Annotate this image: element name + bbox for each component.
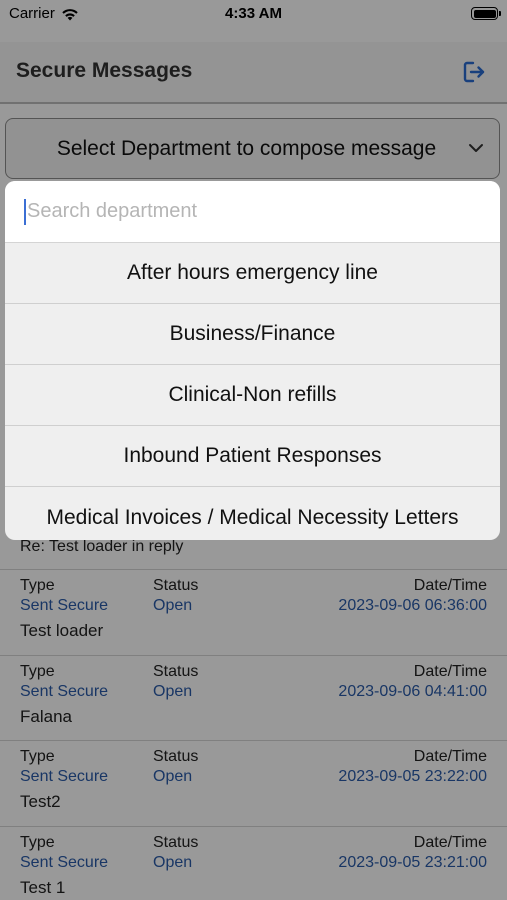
department-option[interactable]: Medical Invoices / Medical Necessity Let… (5, 487, 500, 540)
text-cursor (24, 199, 26, 225)
department-option[interactable]: Clinical-Non refills (5, 365, 500, 426)
department-search-input[interactable] (5, 200, 500, 223)
department-option[interactable]: Business/Finance (5, 304, 500, 365)
department-dropdown: After hours emergency line Business/Fina… (5, 181, 500, 540)
department-option[interactable]: Inbound Patient Responses (5, 426, 500, 487)
department-option[interactable]: After hours emergency line (5, 243, 500, 304)
department-search-box (5, 181, 500, 243)
